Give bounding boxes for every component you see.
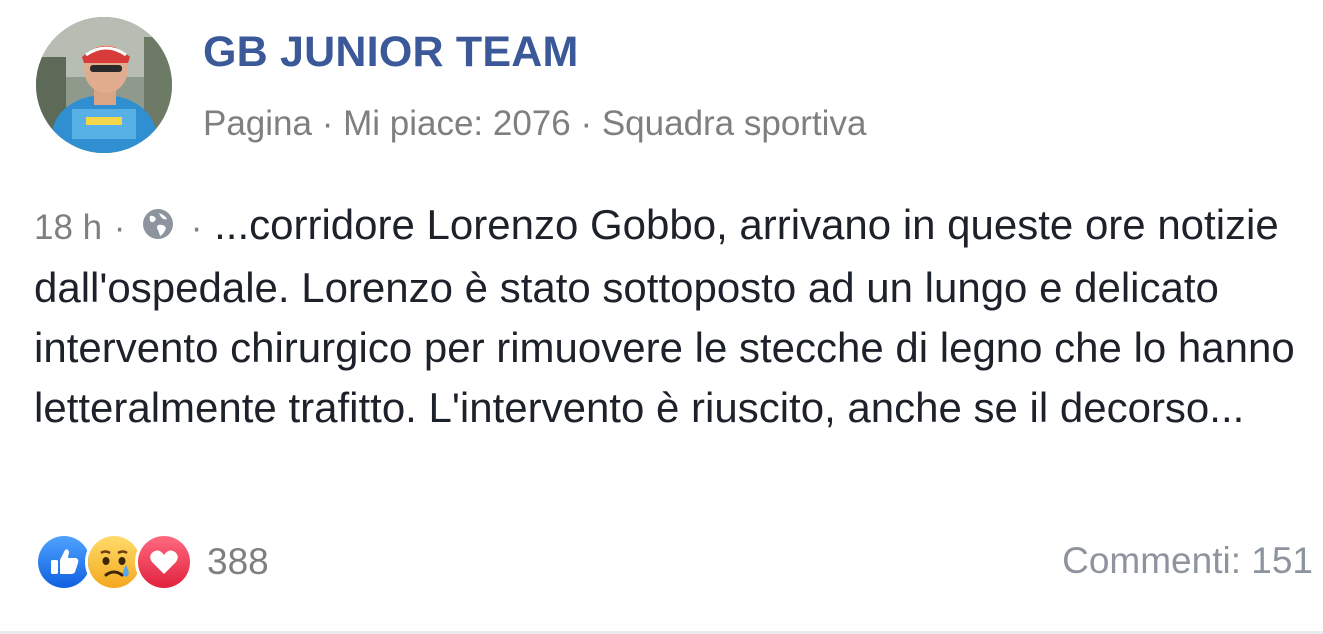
globe-icon[interactable] bbox=[141, 197, 175, 239]
love-icon bbox=[135, 533, 193, 591]
post-text: ...corridore Lorenzo Gobbo, arrivano in … bbox=[34, 201, 1295, 431]
page-name-link[interactable]: GB JUNIOR TEAM bbox=[203, 28, 578, 77]
separator-dot: · bbox=[113, 208, 126, 247]
comments-count-link[interactable]: Commenti: 151 bbox=[1062, 540, 1313, 582]
post-body: 18 h · · ...corridore Lorenzo Gobbo, arr… bbox=[34, 195, 1304, 438]
post-card: GB JUNIOR TEAM Pagina · Mi piace: 2076 ·… bbox=[0, 0, 1323, 634]
reactions-summary[interactable]: 388 bbox=[35, 532, 269, 592]
cyclist-photo-icon bbox=[36, 17, 172, 153]
page-avatar[interactable] bbox=[36, 17, 172, 153]
separator-dot: · bbox=[190, 208, 203, 247]
reaction-count: 388 bbox=[207, 541, 269, 582]
post-timestamp[interactable]: 18 h bbox=[34, 208, 102, 247]
page-meta-info: Pagina · Mi piace: 2076 · Squadra sporti… bbox=[203, 104, 867, 143]
